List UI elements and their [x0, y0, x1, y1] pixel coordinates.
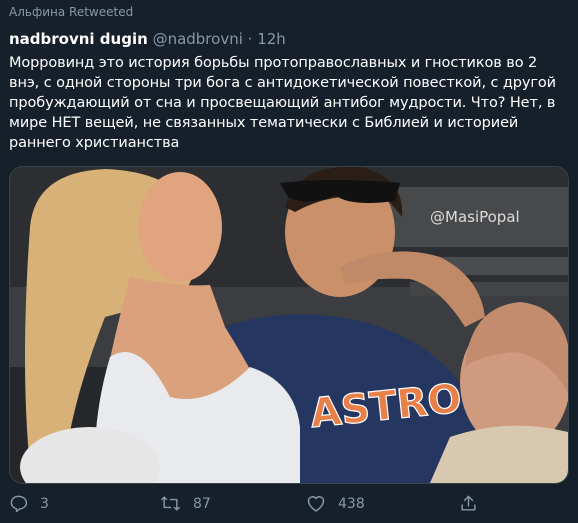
separator-dot: · [247, 30, 253, 48]
timestamp[interactable]: 12h [257, 30, 286, 48]
author-handle[interactable]: @nadbrovni [153, 30, 243, 48]
meme-photo: ASTROS @MasiPopal [10, 167, 568, 483]
tweet-text-line: пробуждающий от сна и просвещающий антиб… [9, 95, 556, 111]
share-button[interactable] [459, 494, 490, 513]
tweet-actions: 3 87 438 [0, 494, 578, 518]
tweet-media-photo[interactable]: ASTROS @MasiPopal [9, 166, 569, 484]
reply-count: 3 [40, 495, 49, 512]
tweet-text: Морровинд это история борьбы протоправос… [9, 53, 569, 153]
watermark: @MasiPopal [430, 208, 520, 226]
author-name[interactable]: nadbrovni dugin [9, 30, 148, 48]
tweet-text-line: Морровинд это история борьбы протоправос… [9, 55, 538, 71]
tweet-text-line: внэ, с одной стороны три бога с антидоке… [9, 75, 556, 91]
heart-icon [307, 496, 325, 512]
tweet-text-line: раннего христианства [9, 135, 180, 151]
like-button[interactable]: 438 [306, 494, 365, 513]
share-icon [461, 495, 476, 511]
reply-button[interactable]: 3 [9, 494, 49, 513]
retweet-count: 87 [193, 495, 211, 512]
retweet-icon [161, 496, 180, 511]
tweet-header: nadbrovni dugin @nadbrovni · 12h [9, 30, 286, 48]
tweet[interactable]: Альфина Retweeted nadbrovni dugin @nadbr… [0, 0, 578, 523]
like-count: 438 [338, 495, 365, 512]
retweet-indicator: Альфина Retweeted [9, 5, 133, 19]
reply-icon [10, 495, 28, 513]
retweet-label: Альфина Retweeted [9, 5, 134, 19]
retweet-button[interactable]: 87 [160, 494, 211, 513]
tweet-text-line: мире НЕТ вещей, не связанных тематически… [9, 115, 519, 131]
